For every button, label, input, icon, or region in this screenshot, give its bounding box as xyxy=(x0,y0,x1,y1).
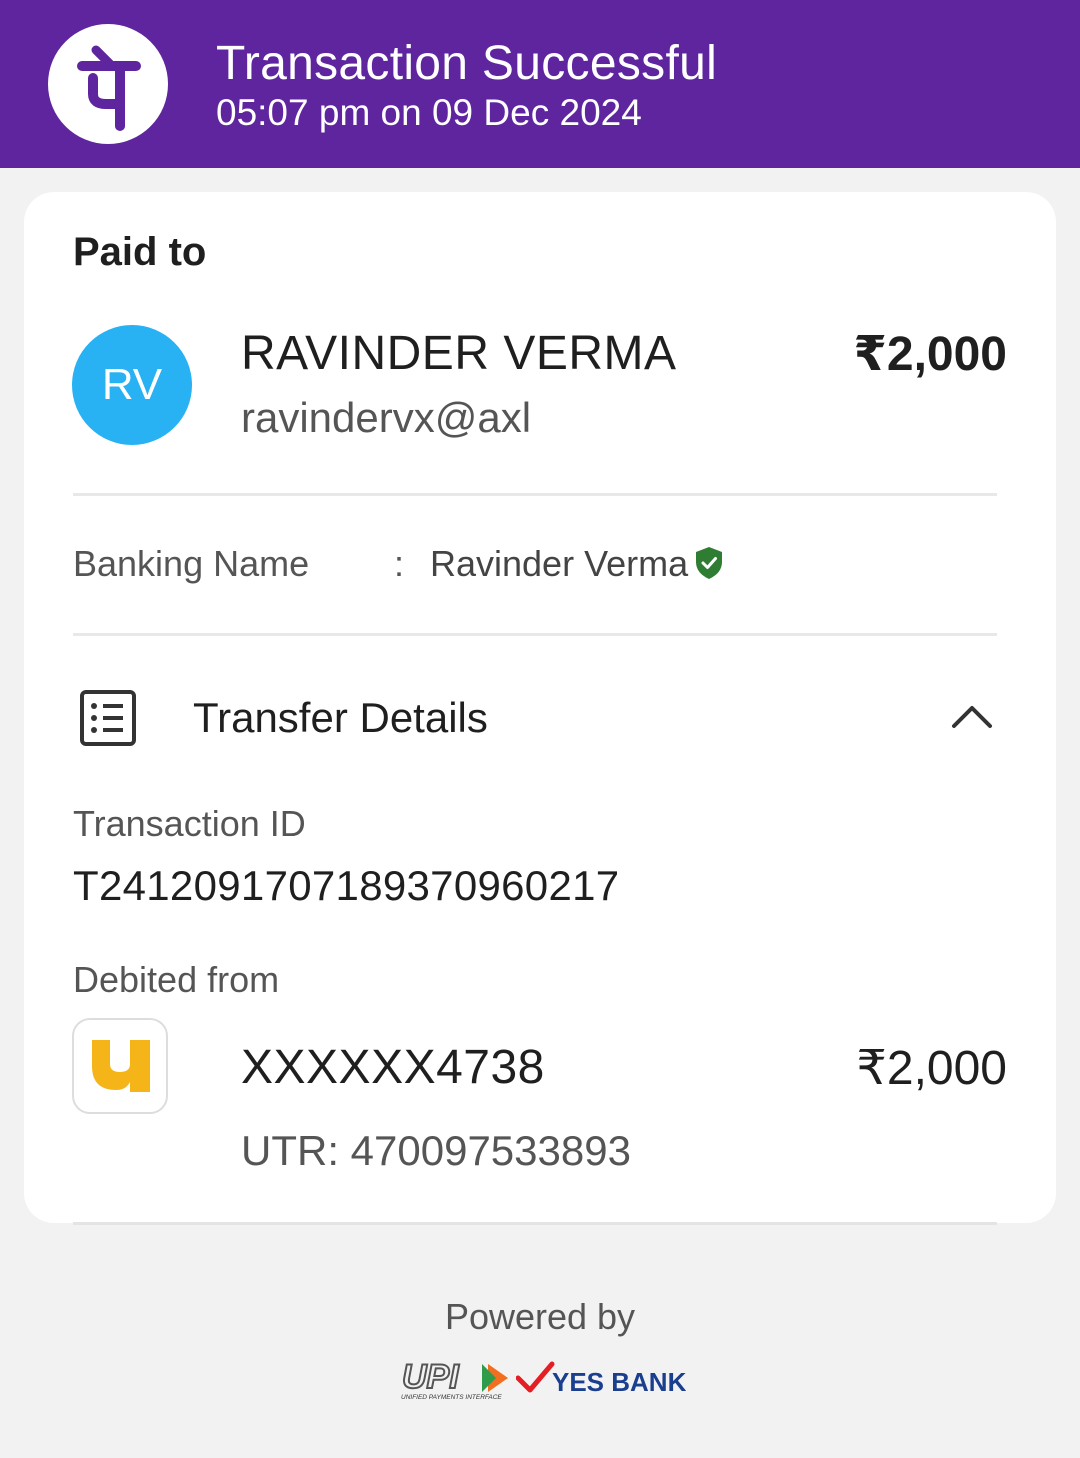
transaction-id-value[interactable]: T2412091707189370960217 xyxy=(73,862,619,910)
transaction-status-title: Transaction Successful xyxy=(216,37,718,90)
header-bar: Transaction Successful 05:07 pm on 09 De… xyxy=(0,0,1080,168)
utr-number[interactable]: UTR: 470097533893 xyxy=(241,1127,631,1175)
banking-name-value: Ravinder Verma xyxy=(430,543,689,584)
yes-bank-logo-icon: YES BANK xyxy=(516,1361,686,1397)
payee-name[interactable]: RAVINDER VERMA xyxy=(241,326,677,381)
transfer-details-title[interactable]: Transfer Details xyxy=(193,694,488,742)
powered-by-label: Powered by xyxy=(444,1296,636,1337)
transaction-card: Paid to RV RAVINDER VERMA ravindervx@axl… xyxy=(24,192,1056,1223)
chevron-up-icon[interactable] xyxy=(950,700,994,732)
upi-logo-subtext: UNIFIED PAYMENTS INTERFACE xyxy=(401,1394,502,1401)
debited-from-label: Debited from xyxy=(73,959,280,1000)
paid-amount: ₹2,000 xyxy=(853,328,1007,381)
payee-avatar: RV xyxy=(72,325,192,445)
divider xyxy=(73,493,997,496)
banking-name-separator: : xyxy=(394,543,405,584)
account-number: XXXXXX4738 xyxy=(241,1041,545,1094)
upi-logo-text: UPI xyxy=(402,1358,460,1396)
upi-logo-icon: UPI UNIFIED PAYMENTS INTERFACE xyxy=(401,1358,508,1401)
avatar-initials: RV xyxy=(101,360,163,409)
divider xyxy=(73,633,997,636)
divider xyxy=(73,1222,997,1225)
pnb-bank-logo-icon xyxy=(72,1018,168,1114)
transaction-id-label: Transaction ID xyxy=(73,803,306,844)
paid-to-label: Paid to xyxy=(73,230,207,274)
transaction-datetime: 05:07 pm on 09 Dec 2024 xyxy=(216,92,642,133)
phonepe-logo-icon xyxy=(48,24,168,144)
yes-bank-logo-text: YES BANK xyxy=(552,1367,686,1397)
debited-amount: ₹2,000 xyxy=(856,1042,1007,1095)
receipt-list-icon xyxy=(80,690,136,746)
verified-shield-icon xyxy=(696,547,722,579)
payee-upi-id: ravindervx@axl xyxy=(241,394,532,441)
banking-name-label: Banking Name xyxy=(73,543,310,584)
